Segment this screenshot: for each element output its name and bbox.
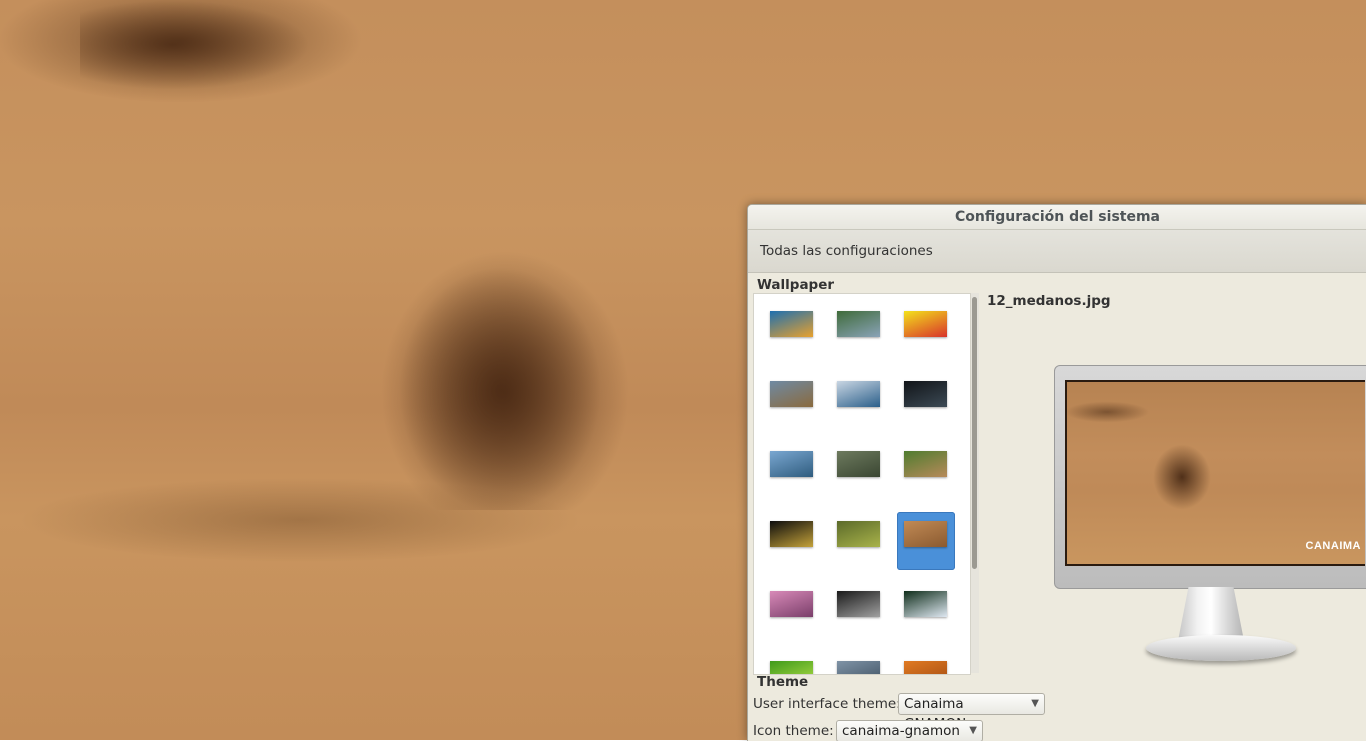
- monitor-base: [1146, 635, 1296, 661]
- wallpaper-thumbnail-image: [770, 381, 813, 407]
- wallpaper-thumbnail-image: [904, 591, 947, 617]
- wallpaper-thumbnail[interactable]: [897, 302, 955, 360]
- wallpaper-thumbnail-image: [770, 311, 813, 337]
- wallpaper-thumbnail[interactable]: [763, 512, 821, 570]
- wallpaper-thumbnail-image: [770, 451, 813, 477]
- canaima-logo: CANAIMA: [1305, 540, 1361, 552]
- wallpaper-thumbnail[interactable]: [763, 582, 821, 640]
- wallpaper-thumbnail[interactable]: [830, 582, 888, 640]
- wallpaper-thumbnail[interactable]: [897, 582, 955, 640]
- wallpaper-thumbnail-image: [770, 591, 813, 617]
- wallpaper-thumbnail-image: [770, 521, 813, 547]
- icon-theme-select[interactable]: canaima-gnamon ▼: [836, 720, 983, 741]
- wallpaper-thumbnail[interactable]: [830, 512, 888, 570]
- wallpaper-thumbnail-image: [837, 381, 880, 407]
- wallpaper-thumbnail-image: [837, 451, 880, 477]
- wallpaper-thumbnail-image: [904, 381, 947, 407]
- chevron-down-icon: ▼: [969, 725, 977, 736]
- wallpaper-thumbnail-image: [837, 521, 880, 547]
- scrollbar-thumb[interactable]: [972, 297, 977, 569]
- wallpaper-thumbnail[interactable]: [830, 372, 888, 430]
- wallpaper-thumbnail[interactable]: [763, 442, 821, 500]
- wallpaper-list[interactable]: [753, 293, 971, 675]
- preview-image: [1067, 382, 1365, 564]
- wallpaper-thumbnail[interactable]: [897, 372, 955, 430]
- wallpaper-thumbnail-image: [837, 591, 880, 617]
- all-settings-button[interactable]: Todas las configuraciones: [748, 230, 1366, 273]
- wallpaper-thumbnail[interactable]: [830, 652, 888, 674]
- monitor-preview: CANAIMA: [1054, 365, 1366, 589]
- wallpaper-thumbnail[interactable]: [830, 442, 888, 500]
- wallpaper-scrollbar[interactable]: [971, 293, 979, 673]
- preview-screen: CANAIMA: [1065, 380, 1365, 566]
- wallpaper-thumbnail[interactable]: [897, 652, 955, 674]
- wallpaper-thumbnail[interactable]: [830, 302, 888, 360]
- wallpaper-thumbnail-image: [770, 661, 813, 674]
- wallpaper-thumbnail[interactable]: [897, 442, 955, 500]
- dune-shadow-center: [380, 250, 630, 510]
- window-title[interactable]: Configuración del sistema: [748, 205, 1366, 230]
- theme-heading: Theme: [757, 674, 809, 690]
- wallpaper-heading: Wallpaper: [757, 277, 835, 293]
- wallpaper-thumbnail[interactable]: [763, 372, 821, 430]
- wallpaper-thumbnail-image: [904, 451, 947, 477]
- wallpaper-thumbnail[interactable]: [763, 302, 821, 360]
- wallpaper-thumbnail-image: [837, 311, 880, 337]
- wallpaper-thumbnail-image: [837, 661, 880, 674]
- wallpaper-thumbnail-image: [904, 661, 947, 674]
- ui-theme-label: User interface theme:: [753, 696, 901, 712]
- wallpaper-thumbnail[interactable]: [763, 652, 821, 674]
- wallpaper-thumbnail-image: [904, 521, 947, 547]
- wallpaper-thumbnail[interactable]: [897, 512, 955, 570]
- icon-theme-label: Icon theme:: [753, 723, 834, 739]
- ui-theme-select[interactable]: Canaima GNAMON ▼: [898, 693, 1045, 732]
- chevron-down-icon: ▼: [1031, 698, 1039, 709]
- icon-theme-value: canaima-gnamon: [842, 723, 960, 739]
- settings-window: Configuración del sistema Todas las conf…: [747, 204, 1366, 741]
- dune-shadow-top: [80, 0, 310, 90]
- selected-wallpaper-filename: 12_medanos.jpg: [987, 293, 1111, 309]
- wallpaper-thumbnail-image: [904, 311, 947, 337]
